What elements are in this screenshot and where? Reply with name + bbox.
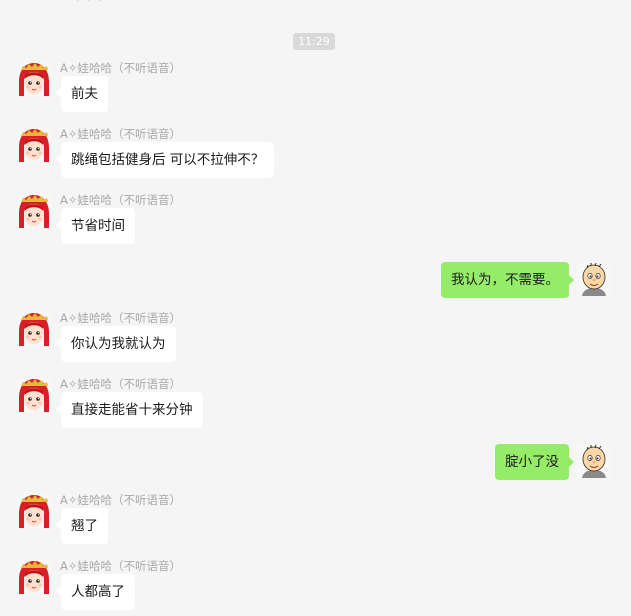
message-bubble[interactable]: 节省时间 — [56, 208, 135, 244]
message-bubble[interactable]: 跳绳包括健身后 可以不拉伸不？ — [55, 142, 275, 178]
time-divider: 11:29 — [293, 33, 335, 50]
message-bubble[interactable]: 我认为，不需要。 — [441, 262, 574, 298]
sender-name: A✧娃哈哈（不听语音） — [60, 193, 182, 207]
sender-name: A✧娃哈哈（不听语音） — [60, 377, 182, 391]
cartoon-girl-avatar-icon[interactable] — [17, 560, 51, 594]
cartoon-girl-avatar-icon[interactable] — [17, 312, 51, 346]
message-bubble[interactable]: 前夫 — [56, 76, 108, 112]
cartoon-girl-avatar-icon[interactable] — [17, 194, 51, 228]
sender-name: A✧娃哈哈（不听语音） — [60, 127, 182, 141]
top-partial-text: · · · — [76, 0, 104, 7]
message-bubble[interactable]: 人都高了 — [56, 574, 135, 610]
message-bubble[interactable]: 你认为我就认为 — [56, 326, 176, 362]
cartoon-girl-avatar-icon[interactable] — [17, 494, 51, 528]
cartoon-boy-avatar-icon[interactable] — [577, 262, 611, 296]
chat-window: · · · 11:29 A✧娃哈哈（不听语音） 前夫 A✧娃哈哈（不听语音） 跳… — [0, 0, 631, 616]
sender-name: A✧娃哈哈（不听语音） — [60, 311, 182, 325]
cartoon-boy-avatar-icon[interactable] — [577, 444, 611, 478]
cartoon-girl-avatar-icon[interactable] — [17, 378, 51, 412]
message-bubble[interactable]: 腚小了没 — [495, 444, 574, 480]
cartoon-girl-avatar-icon[interactable] — [17, 128, 51, 162]
sender-name: A✧娃哈哈（不听语音） — [60, 61, 182, 75]
sender-name: A✧娃哈哈（不听语音） — [60, 559, 182, 573]
message-bubble[interactable]: 翘了 — [56, 508, 108, 544]
cartoon-girl-avatar-icon[interactable] — [17, 62, 51, 96]
sender-name: A✧娃哈哈（不听语音） — [60, 493, 182, 507]
message-bubble[interactable]: 直接走能省十来分钟 — [56, 392, 203, 428]
